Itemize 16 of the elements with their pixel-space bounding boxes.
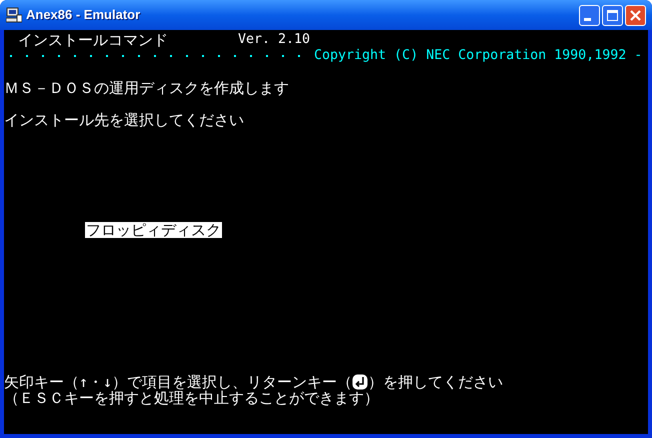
copyright-text: Copyright (C) NEC Corporation 1990,1992 - — [314, 48, 642, 64]
minimize-button[interactable] — [579, 4, 600, 26]
return-key-icon — [352, 374, 368, 390]
close-icon — [630, 10, 641, 20]
computer-icon — [6, 7, 22, 23]
instruction-text: ＭＳ－ＤＯＳの運用ディスクを作成します — [4, 80, 289, 96]
close-button[interactable] — [625, 4, 646, 26]
menu-option[interactable]: フロッピィディスク — [85, 222, 222, 238]
version-label: Ver. 2.10 — [238, 32, 310, 48]
program-title: インストールコマンド — [18, 32, 168, 48]
window-title: Anex86 - Emulator — [26, 6, 140, 24]
help-note: （ＥＳＣキーを押すと処理を中止することができます） — [4, 390, 379, 406]
instruction-text: インストール先を選択してください — [4, 112, 244, 128]
help-text: 矢印キー（↑・↓）で項目を選択し、リターンキー（ — [4, 374, 352, 390]
help-text: ）を押してください — [368, 374, 504, 390]
maximize-button[interactable] — [602, 4, 623, 26]
